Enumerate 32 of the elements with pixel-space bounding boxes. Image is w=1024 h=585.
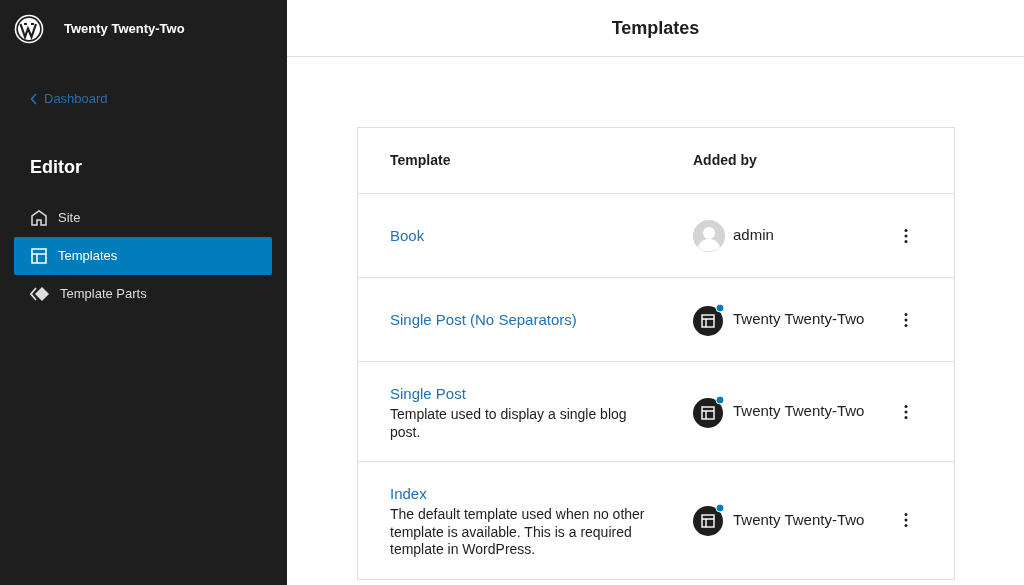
template-link[interactable]: Index	[390, 483, 427, 506]
author-name: Twenty Twenty-Two	[733, 401, 866, 422]
theme-avatar-icon	[693, 504, 725, 537]
more-vertical-icon	[904, 311, 908, 328]
column-header: Added by	[693, 152, 757, 168]
more-vertical-icon	[904, 403, 908, 420]
template-link[interactable]: Single Post	[390, 383, 466, 406]
user-avatar-icon	[693, 219, 725, 252]
back-chevron-icon	[30, 92, 38, 105]
template-link[interactable]: Single Post (No Separators)	[390, 308, 577, 331]
sidebar-item[interactable]: Template Parts	[14, 274, 272, 313]
column-header: Template	[390, 152, 451, 168]
template-description: The default template used when no other template is available. This is a required template in WordPress.	[390, 506, 646, 559]
theme-avatar-icon	[693, 303, 725, 336]
page-title: Templates	[611, 16, 700, 40]
more-vertical-icon	[904, 227, 908, 244]
sidebar-item[interactable]: Site	[14, 198, 272, 237]
more-vertical-icon	[904, 512, 908, 529]
dashboard-link[interactable]: Dashboard	[30, 89, 108, 109]
author-name: Twenty Twenty-Two	[733, 510, 866, 530]
diamond-icon	[30, 284, 50, 303]
home-icon	[30, 208, 48, 227]
layout-icon	[30, 246, 48, 265]
wordpress-logo-icon[interactable]	[14, 13, 44, 44]
sidebar-item[interactable]: Templates	[14, 236, 272, 275]
author-name: admin	[733, 225, 775, 246]
author-name: Twenty Twenty-Two	[733, 309, 866, 330]
template-link[interactable]: Book	[390, 224, 425, 247]
site-title: Twenty Twenty-Two	[64, 19, 185, 38]
theme-avatar-icon	[693, 395, 725, 428]
template-description: Template used to display a single blog post.	[390, 406, 628, 441]
sidebar-heading: Editor	[30, 155, 83, 179]
